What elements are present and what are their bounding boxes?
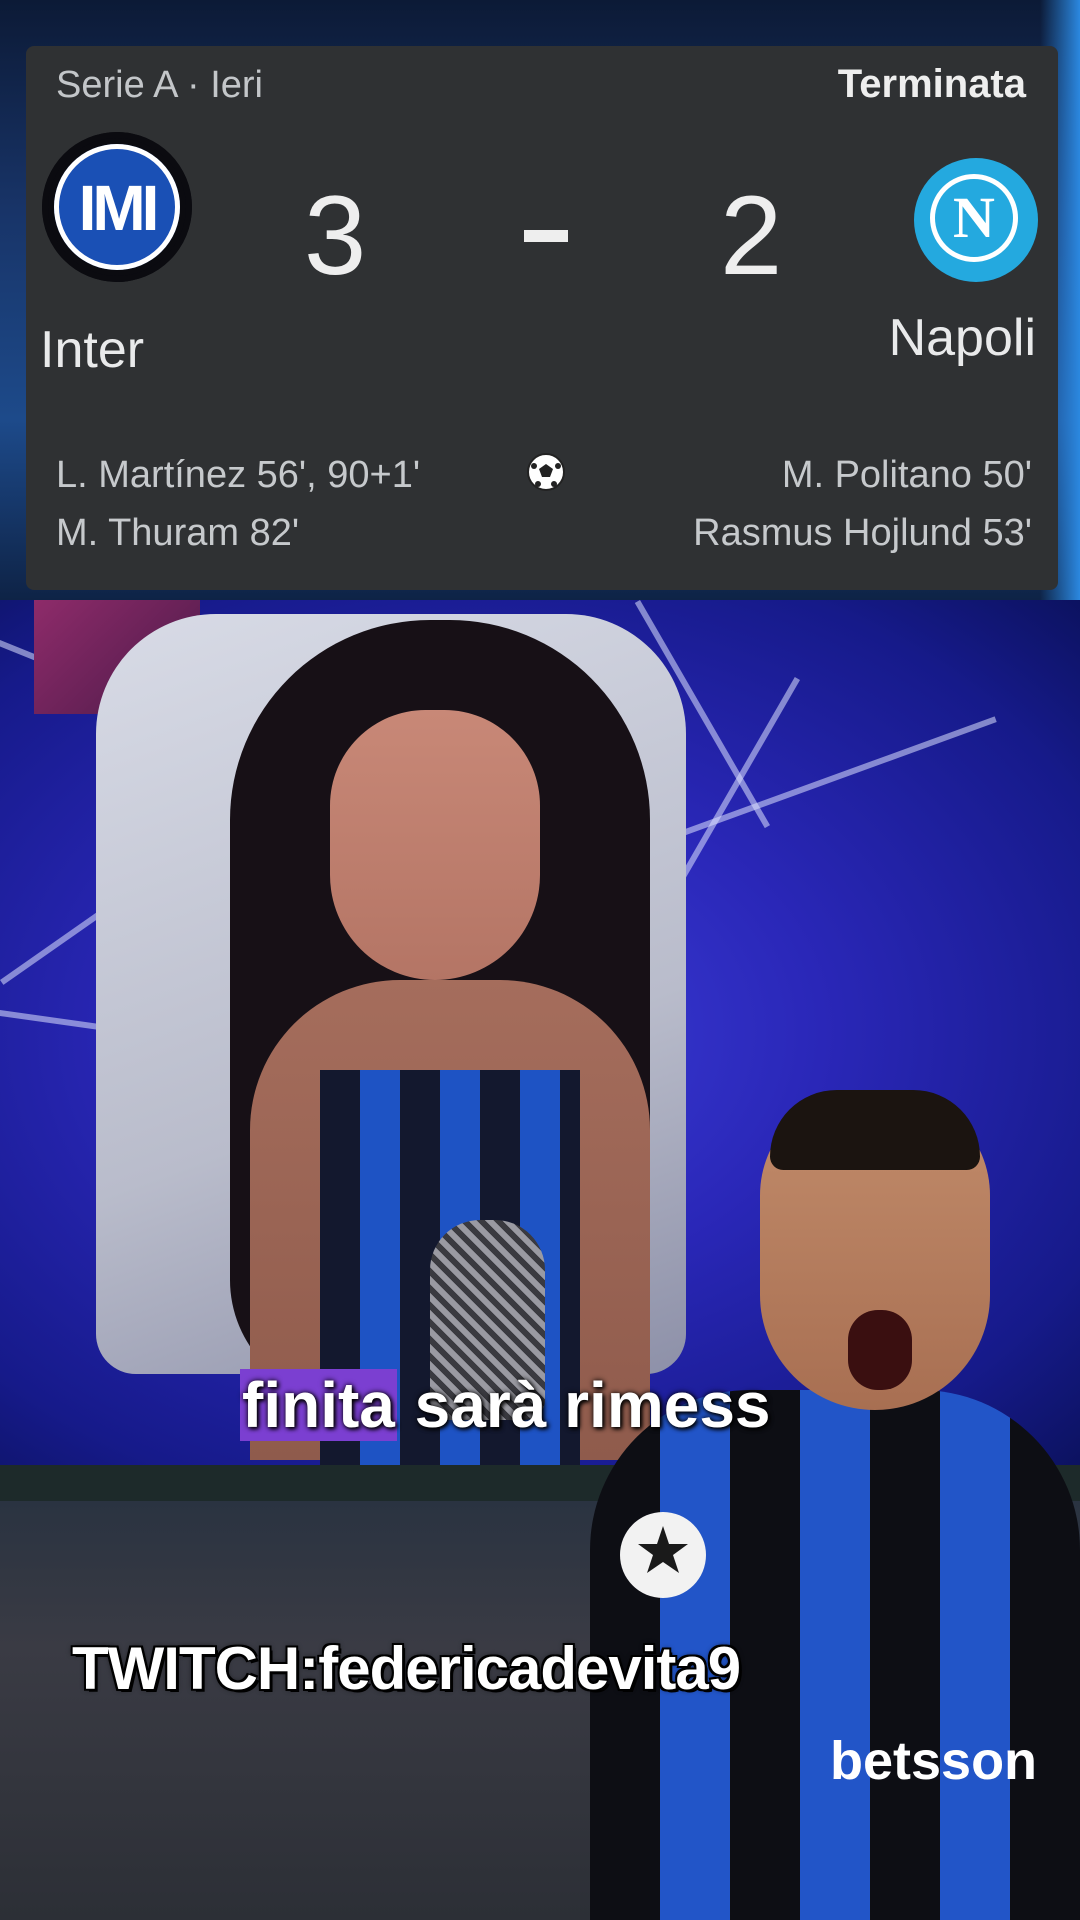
svg-text:IMI: IMI — [79, 172, 156, 244]
streamer-face — [330, 710, 540, 980]
league-label: Serie A · Ieri — [56, 64, 263, 106]
champions-league-ball-icon — [620, 1512, 706, 1598]
caption-text: sarà rimess — [396, 1369, 771, 1441]
inter-logo-icon[interactable]: IMI — [42, 132, 192, 282]
player-cutout-image: betsson — [590, 1090, 1080, 1920]
home-team-name[interactable]: Inter — [40, 320, 144, 380]
away-team-name[interactable]: Napoli — [889, 308, 1036, 368]
subtitle-caption: finita sarà rimess — [240, 1368, 771, 1442]
caption-highlight: finita — [240, 1369, 397, 1441]
soccer-ball-icon — [527, 453, 565, 491]
match-status: Terminata — [837, 62, 1026, 106]
score-separator — [524, 230, 568, 242]
home-score: 3 — [304, 173, 367, 298]
away-score: 2 — [720, 173, 783, 298]
home-scorer-1: L. Martínez 56', 90+1' — [56, 454, 421, 496]
away-scorer-1: M. Politano 50' — [781, 454, 1032, 496]
sponsor-text: betsson — [830, 1731, 1038, 1791]
away-scorer-2: Rasmus Hojlund 53' — [693, 512, 1032, 554]
match-score-card[interactable]: Serie A · Ieri Terminata IMI 3 2 N Inter… — [26, 46, 1058, 590]
twitch-watermark: TWITCH:federicadevita9 — [72, 1635, 741, 1702]
home-scorer-2: M. Thuram 82' — [56, 512, 300, 554]
napoli-logo-icon[interactable]: N — [914, 158, 1038, 282]
